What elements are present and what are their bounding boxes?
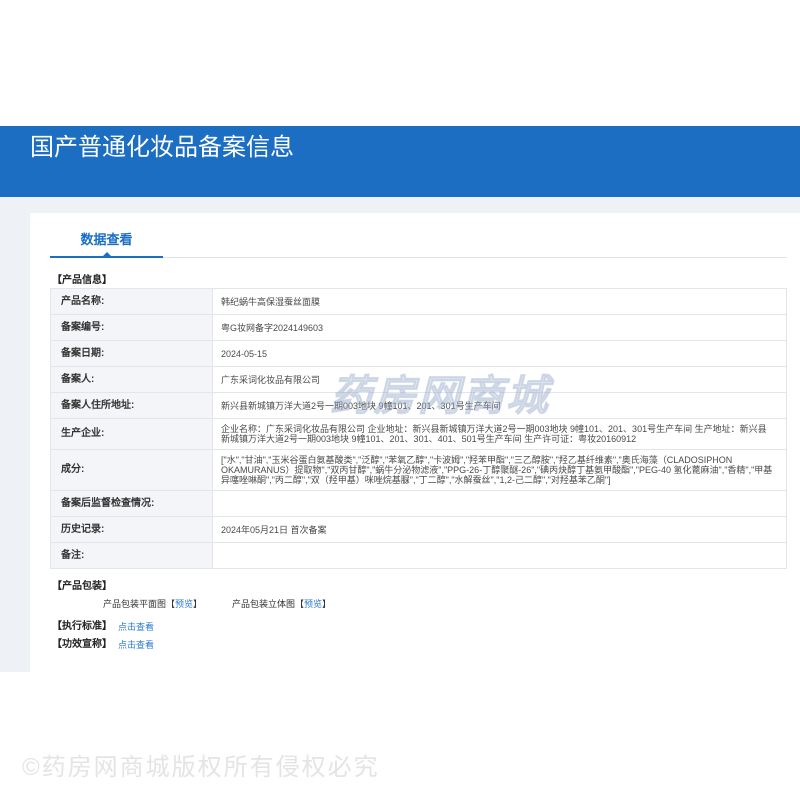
- row-label: 备案编号:: [50, 314, 213, 341]
- bracket-open: 【: [166, 599, 176, 609]
- page-title: 国产普通化妆品备案信息: [30, 134, 294, 161]
- row-label: 成分:: [50, 449, 213, 491]
- packaging-item-label: 产品包装平面图: [103, 599, 167, 609]
- tab-label: 数据查看: [80, 232, 133, 247]
- execution-standard-view-link[interactable]: 点击查看: [118, 621, 154, 633]
- filing-number-value: 粤G妆网备字2024149603: [212, 314, 787, 341]
- active-tab-caret-icon: [102, 252, 111, 256]
- packaging-item-3d: 产品包装立体图【预览】: [232, 598, 361, 610]
- tab-bar: 数据查看: [50, 213, 787, 258]
- filer-address-value: 新兴县新城镇万洋大道2号一期003地块 9幢101、201、301号生产车间: [212, 392, 787, 419]
- section-title-product-info: 【产品信息】: [52, 275, 112, 286]
- product-info-table: 产品名称: 韩纪蜗牛高保湿蚕丝面膜 备案编号: 粤G妆网备字2024149603…: [50, 288, 787, 569]
- packaging-item-flat: 产品包装平面图【预览】: [103, 598, 232, 610]
- table-row-remarks: 备注:: [50, 542, 787, 569]
- bracket-close: 】: [322, 599, 332, 609]
- section-title-packaging: 【产品包装】: [52, 581, 112, 592]
- remarks-value: [212, 542, 787, 569]
- row-label: 备案人住所地址:: [50, 392, 213, 419]
- bracket-open: 【: [295, 599, 305, 609]
- preview-3d-link[interactable]: 预览: [304, 599, 322, 609]
- filer-value: 广东采词化妆品有限公司: [212, 366, 787, 393]
- product-name-value: 韩纪蜗牛高保湿蚕丝面膜: [212, 288, 787, 315]
- table-row-product-name: 产品名称: 韩纪蜗牛高保湿蚕丝面膜: [50, 288, 787, 315]
- efficacy-claim-view-link[interactable]: 点击查看: [118, 639, 154, 651]
- row-label: 备案日期:: [50, 340, 213, 367]
- row-label: 备案后监督检查情况:: [50, 490, 213, 517]
- manufacturer-value: 企业名称：广东采词化妆品有限公司 企业地址：新兴县新城镇万洋大道2号一期003地…: [212, 418, 787, 450]
- history-value: 2024年05月21日 首次备案: [212, 516, 787, 543]
- table-row-filer: 备案人: 广东采词化妆品有限公司: [50, 366, 787, 393]
- section-title-efficacy-claim: 【功效宣称】: [52, 639, 112, 650]
- table-row-post-filing-inspection: 备案后监督检查情况:: [50, 490, 787, 517]
- efficacy-claim-row: 【功效宣称】 点击查看: [52, 639, 787, 651]
- post-filing-inspection-value: [212, 490, 787, 517]
- table-row-filing-date: 备案日期: 2024-05-15: [50, 340, 787, 367]
- table-row-manufacturer: 生产企业: 企业名称：广东采词化妆品有限公司 企业地址：新兴县新城镇万洋大道2号…: [50, 418, 787, 450]
- table-row-filer-address: 备案人住所地址: 新兴县新城镇万洋大道2号一期003地块 9幢101、201、3…: [50, 392, 787, 419]
- bracket-close: 】: [193, 599, 203, 609]
- row-label: 备注:: [50, 542, 213, 569]
- content-area: 数据查看 【产品信息】 产品名称: 韩纪蜗牛高保湿蚕丝面膜 备案编号: 粤G妆网…: [0, 197, 800, 672]
- packaging-list: 产品包装平面图【预览】 产品包装立体图【预览】: [50, 598, 787, 610]
- preview-flat-link[interactable]: 预览: [175, 599, 193, 609]
- packaging-item-label: 产品包装立体图: [232, 599, 296, 609]
- filing-date-value: 2024-05-15: [212, 340, 787, 367]
- row-label: 生产企业:: [50, 418, 213, 450]
- table-row-filing-number: 备案编号: 粤G妆网备字2024149603: [50, 314, 787, 341]
- tab-data-view[interactable]: 数据查看: [50, 227, 163, 258]
- ingredients-value: ["水","甘油","玉米谷蛋白氨基酸类","泛醇","苯氧乙醇","卡波姆",…: [212, 449, 787, 491]
- row-label: 历史记录:: [50, 516, 213, 543]
- footer-copyright-watermark: ©药房网商城版权所有侵权必究: [22, 754, 380, 781]
- detail-card: 数据查看 【产品信息】 产品名称: 韩纪蜗牛高保湿蚕丝面膜 备案编号: 粤G妆网…: [30, 213, 800, 672]
- table-row-ingredients: 成分: ["水","甘油","玉米谷蛋白氨基酸类","泛醇","苯氧乙醇","卡…: [50, 449, 787, 491]
- row-label: 备案人:: [50, 366, 213, 393]
- table-row-history: 历史记录: 2024年05月21日 首次备案: [50, 516, 787, 543]
- execution-standard-row: 【执行标准】 点击查看: [52, 621, 787, 633]
- row-label: 产品名称:: [50, 288, 213, 315]
- section-title-execution-standard: 【执行标准】: [52, 621, 112, 632]
- page-header: 国产普通化妆品备案信息: [0, 126, 800, 197]
